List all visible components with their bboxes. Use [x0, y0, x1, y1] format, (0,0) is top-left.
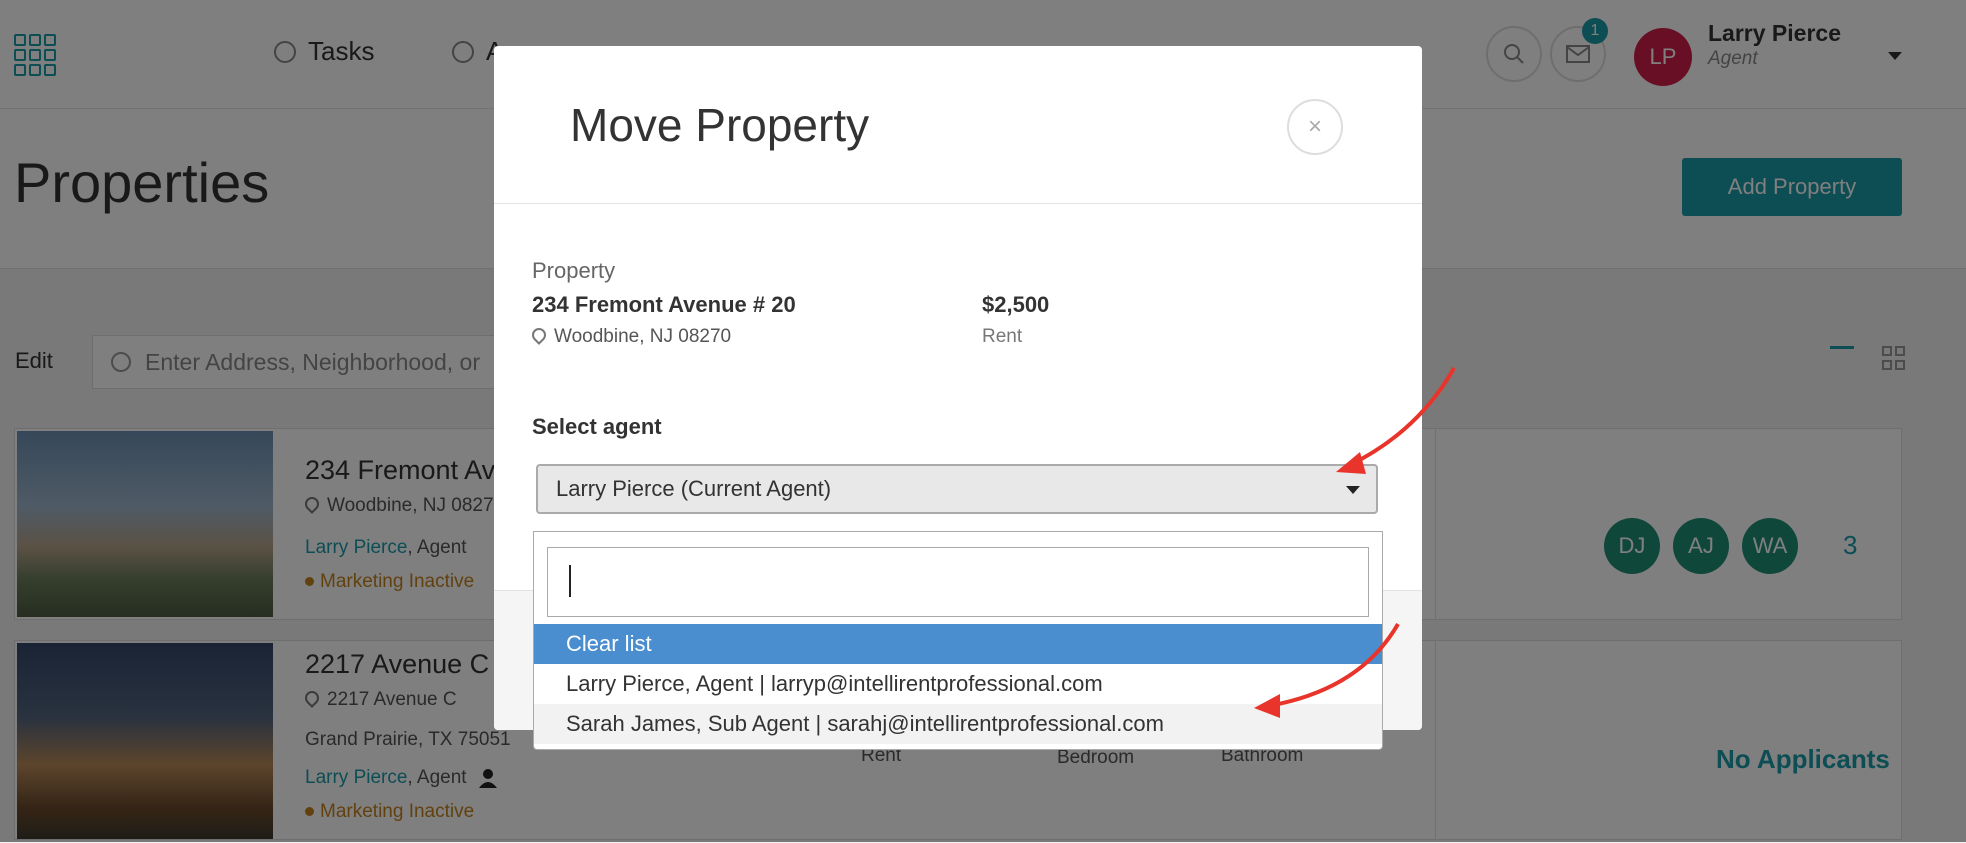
dropdown-search-input[interactable]: [547, 547, 1369, 617]
agent-select[interactable]: Larry Pierce (Current Agent): [536, 464, 1378, 514]
dropdown-option-sarah-james[interactable]: Sarah James, Sub Agent | sarahj@intellir…: [534, 704, 1382, 744]
property-location-text: Woodbine, NJ 08270: [554, 326, 732, 347]
property-type: Rent: [982, 326, 1023, 347]
agent-dropdown: Clear list Larry Pierce, Agent | larryp@…: [533, 531, 1383, 750]
close-icon: ×: [1307, 113, 1322, 140]
dropdown-option-clear-list[interactable]: Clear list: [534, 624, 1382, 664]
dropdown-option-larry-pierce[interactable]: Larry Pierce, Agent | larryp@intellirent…: [534, 664, 1382, 704]
close-button[interactable]: ×: [1287, 99, 1343, 155]
modal-title: Move Property: [570, 99, 870, 151]
chevron-down-icon[interactable]: [1346, 486, 1360, 494]
select-agent-label: Select agent: [532, 414, 662, 439]
property-location: Woodbine, NJ 08270: [529, 325, 732, 348]
property-address: 234 Fremont Avenue # 20: [532, 292, 796, 317]
agent-select-value: Larry Pierce (Current Agent): [556, 476, 832, 501]
text-cursor: [569, 565, 571, 597]
map-pin-icon: [529, 325, 549, 345]
property-price: $2,500: [982, 292, 1050, 317]
property-label: Property: [532, 258, 616, 283]
modal-divider: [494, 203, 1422, 204]
